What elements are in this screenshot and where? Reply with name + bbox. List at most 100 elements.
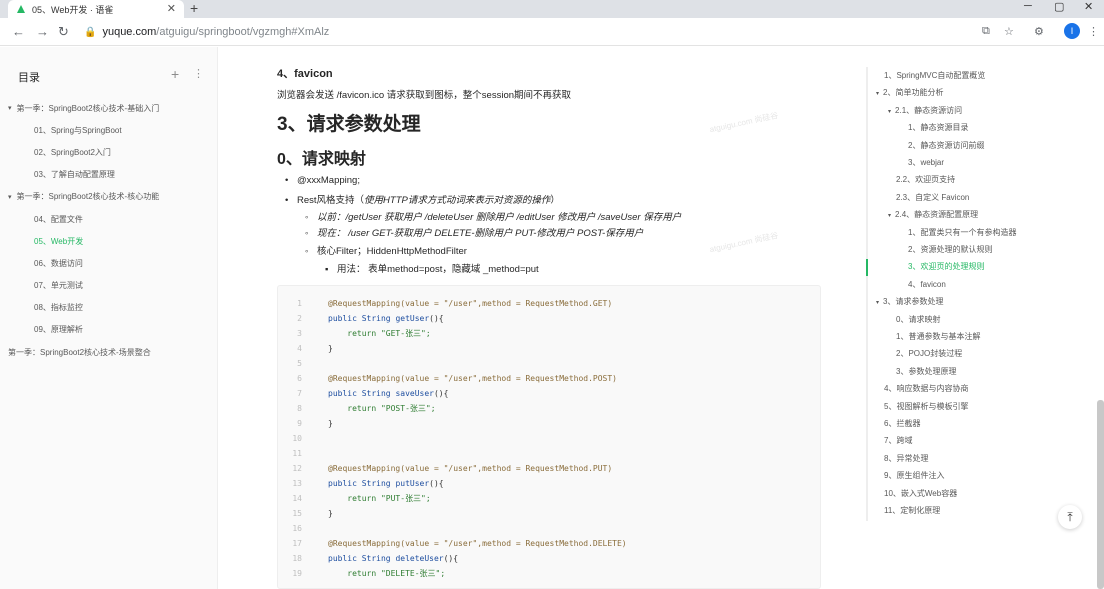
toc-item[interactable]: 7、跨域 xyxy=(884,432,912,449)
line-number: 13 xyxy=(292,479,302,488)
line-number: 16 xyxy=(292,524,302,533)
more-icon[interactable]: ⋮ xyxy=(193,67,204,80)
toc-item-label: 4、响应数据与内容协商 xyxy=(884,384,969,394)
share-icon[interactable]: ⧉ xyxy=(982,25,990,38)
caret-down-icon[interactable]: ▾ xyxy=(876,300,879,306)
sidebar-item[interactable]: 第一季：SpringBoot2核心技术-场景整合 xyxy=(0,341,218,363)
sub-sub-bullet-item: ▪ 用法： 表单method=post，隐藏域 _method=put xyxy=(325,264,539,275)
sidebar-item[interactable]: ▾ 第一季：SpringBoot2核心技术-核心功能 xyxy=(0,186,218,208)
toc-item-label: 2、POJO封装过程 xyxy=(896,349,963,359)
code-keyword: public String xyxy=(328,389,396,398)
line-number: 12 xyxy=(292,464,302,473)
toc-item-label: 3、参数处理原理 xyxy=(896,366,957,376)
code-line: 15} xyxy=(278,506,332,521)
toc-item[interactable]: 3、欢迎页的处理规则 xyxy=(908,258,984,275)
sidebar-item-label: 06、数据访问 xyxy=(34,258,83,268)
reload-icon[interactable]: ↻ xyxy=(58,24,69,40)
toc-item[interactable]: 6、拦截器 xyxy=(884,415,920,432)
bookmark-star-icon[interactable]: ☆ xyxy=(1004,25,1014,38)
toc-item[interactable]: ▾ 2.1、静态资源访问 xyxy=(888,102,962,119)
toc-item[interactable]: 1、普通参数与基本注解 xyxy=(896,328,980,345)
code-line: 6 @RequestMapping(value = "/user",method … xyxy=(278,371,617,386)
toc-item[interactable]: 2、资源处理的默认规则 xyxy=(908,241,992,258)
browser-menu-icon[interactable]: ⋮ xyxy=(1088,25,1099,38)
toc-item-label: 3、webjar xyxy=(908,158,945,167)
sidebar-item[interactable]: ▾ 第一季：SpringBoot2核心技术-基础入门 xyxy=(0,97,218,119)
toc-item[interactable]: 1、SpringMVC自动配置概览 xyxy=(884,67,985,84)
toc-item[interactable]: 10、嵌入式Web容器 xyxy=(884,485,957,502)
toc-item[interactable]: 5、视图解析与模板引擎 xyxy=(884,398,968,415)
toc-item[interactable]: 9、原生组件注入 xyxy=(884,467,944,484)
url-field[interactable]: 🔒 yuque.com /atguigu/springboot/vgzmgh#X… xyxy=(84,22,1004,42)
toc-item[interactable]: 4、favicon xyxy=(908,276,946,293)
sidebar-item[interactable]: 02、SpringBoot2入门 xyxy=(0,141,218,163)
line-number: 19 xyxy=(292,569,302,578)
caret-down-icon[interactable]: ▾ xyxy=(876,91,879,97)
sidebar-item[interactable]: 07、单元测试 xyxy=(0,275,218,297)
caret-down-icon[interactable]: ▾ xyxy=(888,213,891,219)
code-text: } xyxy=(328,419,333,428)
sidebar-item[interactable]: 03、了解自动配置原理 xyxy=(0,164,218,186)
code-line: 4} xyxy=(278,341,333,356)
minimize-icon[interactable]: ─ xyxy=(1024,0,1032,12)
toc-item[interactable]: 2.2、欢迎页支持 xyxy=(896,171,955,188)
subsection-heading: 0、请求映射 xyxy=(277,151,366,168)
code-block[interactable]: 1 @RequestMapping(value = "/user",method … xyxy=(277,285,821,589)
line-number: 17 xyxy=(292,539,302,548)
toc-item[interactable]: 2、静态资源访问前缀 xyxy=(908,137,984,154)
caret-down-icon[interactable]: ▾ xyxy=(8,104,12,112)
code-line: 19 return "DELETE-张三"; xyxy=(278,566,445,581)
new-tab-button[interactable]: + xyxy=(190,0,198,16)
toc-item[interactable]: 3、webjar xyxy=(908,154,944,171)
sidebar-item[interactable]: 05、Web开发 xyxy=(0,230,218,252)
toc-item[interactable]: 0、请求映射 xyxy=(896,311,940,328)
add-icon[interactable]: + xyxy=(171,66,179,82)
tab-close-icon[interactable]: ✕ xyxy=(167,2,176,15)
code-line: 3 return "GET-张三"; xyxy=(278,326,431,341)
maximize-icon[interactable]: ▢ xyxy=(1054,0,1064,13)
back-to-top-button[interactable]: ⤒ xyxy=(1058,505,1082,529)
toc-item[interactable]: ▾ 2、简单功能分析 xyxy=(876,84,943,101)
browser-tab[interactable]: 05、Web开发 · 语雀 ✕ xyxy=(8,0,184,18)
code-line: 8 return "POST-张三"; xyxy=(278,401,435,416)
toc-item-label: 1、配置类只有一个有参构造器 xyxy=(908,227,1017,237)
sidebar-item[interactable]: 04、配置文件 xyxy=(0,208,218,230)
profile-avatar[interactable]: I xyxy=(1064,23,1080,39)
line-number: 5 xyxy=(297,359,302,368)
line-number: 10 xyxy=(292,434,302,443)
sidebar-item[interactable]: 01、Spring与SpringBoot xyxy=(0,119,218,141)
line-number: 11 xyxy=(292,449,302,458)
line-number: 9 xyxy=(297,419,302,428)
caret-down-icon[interactable]: ▾ xyxy=(888,109,891,115)
toc-item[interactable]: 8、异常处理 xyxy=(884,450,928,467)
sidebar-item[interactable]: 06、数据访问 xyxy=(0,252,218,274)
code-text: } xyxy=(328,344,333,353)
code-keyword: public String xyxy=(328,314,396,323)
extension-icon[interactable]: ⚙ xyxy=(1034,25,1044,38)
toc-item-label: 2.4、静态资源配置原理 xyxy=(895,210,979,220)
sidebar-item[interactable]: 09、原理解析 xyxy=(0,319,218,341)
toc-item[interactable]: 2、POJO封装过程 xyxy=(896,345,962,362)
sidebar-item[interactable]: 08、指标监控 xyxy=(0,297,218,319)
toc-item[interactable]: 3、参数处理原理 xyxy=(896,363,956,380)
code-text: (){ xyxy=(429,479,444,488)
caret-down-icon[interactable]: ▾ xyxy=(8,193,12,201)
line-number: 3 xyxy=(297,329,302,338)
back-arrow-icon[interactable]: ← xyxy=(12,24,25,39)
toc-active-marker xyxy=(866,259,868,276)
toc-item[interactable]: 1、静态资源目录 xyxy=(908,119,968,136)
toc-item[interactable]: 11、定制化原理 xyxy=(884,502,940,519)
document-body: 4、favicon 浏览器会发送 /favicon.ico 请求获取到图标，整个… xyxy=(219,47,864,589)
watermark: atguigu.com 尚硅谷 xyxy=(708,110,779,135)
toc-item[interactable]: ▾ 2.4、静态资源配置原理 xyxy=(888,206,978,223)
code-method-name: putUser xyxy=(395,479,430,488)
window-close-icon[interactable]: ✕ xyxy=(1084,0,1093,13)
page-scrollbar[interactable] xyxy=(1097,400,1104,589)
toc-item[interactable]: 1、配置类只有一个有参构造器 xyxy=(908,224,1016,241)
code-line: 7 public String saveUser(){ xyxy=(278,386,448,401)
toc-item[interactable]: 2.3、自定义 Favicon xyxy=(896,189,969,206)
toc-item[interactable]: ▾ 3、请求参数处理 xyxy=(876,293,943,310)
forward-arrow-icon[interactable]: → xyxy=(36,24,49,39)
toc-item[interactable]: 4、响应数据与内容协商 xyxy=(884,380,968,397)
code-return: return "DELETE-张三"; xyxy=(328,569,446,578)
